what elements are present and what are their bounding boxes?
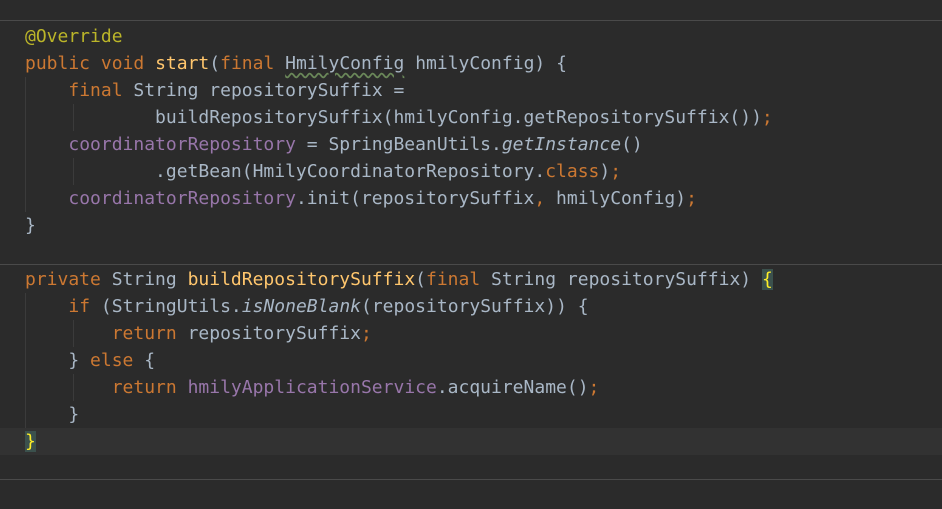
return-keyword: return xyxy=(111,323,177,344)
coordinator-repository-field: coordinatorRepository xyxy=(68,188,296,209)
code-line[interactable]: return repositorySuffix; xyxy=(0,320,942,347)
init-call: .init(repositorySuffix xyxy=(295,188,535,209)
init-arg: hmilyConfig) xyxy=(545,188,687,209)
close-brace: } xyxy=(68,350,80,371)
close-brace: } xyxy=(25,215,36,236)
private-keyword: private xyxy=(25,269,101,290)
code-line[interactable]: final String repositorySuffix = xyxy=(0,77,942,104)
code-editor[interactable]: @Override public void start(final HmilyC… xyxy=(0,0,942,485)
code-line[interactable]: coordinatorRepository = SpringBeanUtils.… xyxy=(0,131,942,158)
repository-suffix-var: repositorySuffix xyxy=(209,80,383,101)
final-keyword: final xyxy=(68,80,123,101)
override-annotation: @Override xyxy=(25,26,123,47)
code-line[interactable]: } else { xyxy=(0,347,942,374)
code-line[interactable]: public void start(final HmilyConfig hmil… xyxy=(0,50,942,77)
build-suffix-method-name: buildRepositorySuffix xyxy=(187,269,416,290)
coordinator-repository-field: coordinatorRepository xyxy=(68,134,296,155)
build-suffix-call: buildRepositorySuffix(hmilyConfig.getRep… xyxy=(155,107,762,128)
class-keyword: class xyxy=(545,161,600,182)
spring-bean-utils: SpringBeanUtils. xyxy=(328,134,502,155)
open-brace: { xyxy=(556,53,567,74)
hmily-config-param: hmilyConfig xyxy=(415,53,535,74)
matched-close-brace: } xyxy=(25,431,36,452)
hmily-config-type: HmilyConfig xyxy=(285,53,405,74)
final-keyword: final xyxy=(426,269,481,290)
code-line[interactable]: coordinatorRepository.init(repositorySuf… xyxy=(0,185,942,212)
repository-suffix-var: repositorySuffix xyxy=(187,323,361,344)
public-keyword: public xyxy=(25,53,91,74)
close-brace: } xyxy=(68,404,80,425)
method-separator xyxy=(0,264,942,265)
void-keyword: void xyxy=(100,53,145,74)
hmily-app-service-field: hmilyApplicationService xyxy=(187,377,437,398)
code-line[interactable]: private String buildRepositorySuffix(fin… xyxy=(0,266,942,293)
code-line[interactable]: buildRepositorySuffix(hmilyConfig.getRep… xyxy=(0,104,942,131)
if-keyword: if xyxy=(68,296,91,317)
code-line[interactable]: return hmilyApplicationService.acquireNa… xyxy=(0,374,942,401)
string-utils: (StringUtils. xyxy=(100,296,242,317)
start-method-name: start xyxy=(155,53,210,74)
code-line[interactable]: .getBean(HmilyCoordinatorRepository.clas… xyxy=(0,158,942,185)
return-keyword: return xyxy=(111,377,177,398)
string-type: String xyxy=(491,269,557,290)
code-line[interactable]: @Override xyxy=(0,23,942,50)
current-code-line[interactable]: } xyxy=(0,428,942,455)
get-instance-method: getInstance xyxy=(501,134,622,155)
get-bean-call: .getBean(HmilyCoordinatorRepository. xyxy=(155,161,546,182)
repository-suffix-param: repositorySuffix xyxy=(566,269,741,290)
code-line[interactable]: if (StringUtils.isNoneBlank(repositorySu… xyxy=(0,293,942,320)
final-keyword: final xyxy=(220,53,275,74)
is-none-blank-method: isNoneBlank xyxy=(241,296,361,317)
string-type: String xyxy=(111,269,177,290)
code-line[interactable]: } xyxy=(0,401,942,428)
is-none-blank-args: (repositorySuffix)) { xyxy=(361,296,589,317)
top-divider xyxy=(0,20,942,21)
acquire-name-call: .acquireName() xyxy=(436,377,589,398)
open-brace: { xyxy=(144,350,156,371)
else-keyword: else xyxy=(90,350,134,371)
matched-open-brace: { xyxy=(761,269,773,290)
bottom-divider xyxy=(0,479,942,480)
code-line[interactable]: } xyxy=(0,212,942,239)
string-type: String xyxy=(133,80,199,101)
